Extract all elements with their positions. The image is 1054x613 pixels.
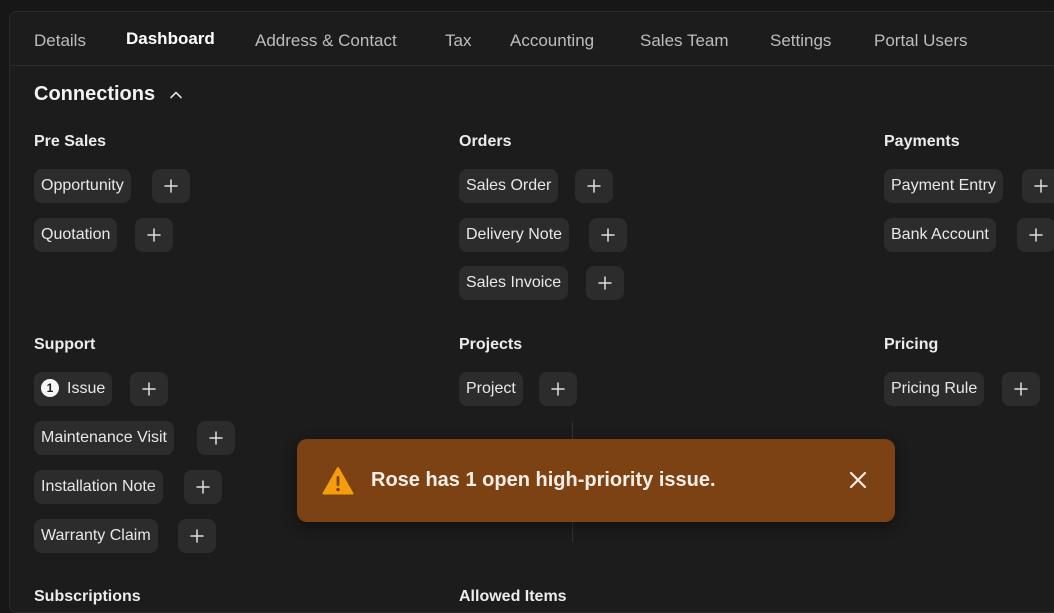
- link-installation-note[interactable]: Installation Note: [34, 470, 163, 504]
- add-opportunity-button[interactable]: [152, 169, 190, 203]
- link-issue[interactable]: 1 Issue: [34, 372, 113, 406]
- toast-message: Rose has 1 open high-priority issue.: [371, 469, 716, 491]
- link-warranty-claim[interactable]: Warranty Claim: [34, 519, 158, 553]
- add-payment-entry-button[interactable]: [1022, 169, 1054, 203]
- tab-sales-team[interactable]: Sales Team: [640, 31, 729, 51]
- group-title-projects: Projects: [459, 336, 523, 353]
- link-issue-label: Issue: [67, 380, 106, 397]
- add-sales-invoice-button[interactable]: [586, 266, 624, 300]
- plus-icon: [601, 228, 615, 242]
- link-sales-invoice[interactable]: Sales Invoice: [459, 266, 569, 300]
- plus-icon: [587, 179, 601, 193]
- warning-icon: [322, 467, 354, 495]
- tab-portal-users[interactable]: Portal Users: [874, 31, 968, 51]
- add-pricing-rule-button[interactable]: [1002, 372, 1040, 406]
- plus-icon: [209, 431, 223, 445]
- plus-icon: [196, 480, 210, 494]
- plus-icon: [147, 228, 161, 242]
- tab-address-contact[interactable]: Address & Contact: [255, 31, 397, 51]
- plus-icon: [1014, 382, 1028, 396]
- add-installation-note-button[interactable]: [184, 470, 222, 504]
- tab-accounting[interactable]: Accounting: [510, 31, 594, 51]
- chevron-up-icon: [170, 91, 182, 98]
- group-title-pre-sales: Pre Sales: [34, 133, 107, 150]
- group-title-allowed-items: Allowed Items: [459, 588, 567, 605]
- group-title-payments: Payments: [884, 133, 960, 150]
- group-title-support: Support: [34, 336, 96, 353]
- group-title-pricing: Pricing: [884, 336, 939, 353]
- tab-details[interactable]: Details: [34, 31, 86, 51]
- link-project[interactable]: Project: [459, 372, 523, 406]
- plus-icon: [598, 276, 612, 290]
- add-sales-order-button[interactable]: [575, 169, 613, 203]
- link-sales-order[interactable]: Sales Order: [459, 169, 559, 203]
- connections-header[interactable]: Connections: [34, 83, 183, 106]
- plus-icon: [1029, 228, 1043, 242]
- link-payment-entry[interactable]: Payment Entry: [884, 169, 1003, 203]
- link-delivery-note[interactable]: Delivery Note: [459, 218, 570, 252]
- group-title-orders: Orders: [459, 133, 512, 150]
- add-bank-account-button[interactable]: [1017, 218, 1054, 252]
- link-bank-account[interactable]: Bank Account: [884, 218, 996, 252]
- issue-count-badge: 1: [41, 378, 59, 397]
- add-delivery-note-button[interactable]: [589, 218, 627, 252]
- link-quotation[interactable]: Quotation: [34, 218, 118, 252]
- plus-icon: [190, 529, 204, 543]
- link-maintenance-visit[interactable]: Maintenance Visit: [34, 421, 174, 455]
- plus-icon: [551, 382, 565, 396]
- tab-settings[interactable]: Settings: [770, 31, 831, 51]
- customer-form-panel: Details Dashboard Address & Contact Tax …: [9, 11, 1054, 613]
- add-project-button[interactable]: [539, 372, 577, 406]
- add-quotation-button[interactable]: [135, 218, 173, 252]
- add-issue-button[interactable]: [130, 372, 168, 406]
- tab-dashboard[interactable]: Dashboard: [126, 29, 215, 49]
- group-title-subscriptions: Subscriptions: [34, 588, 141, 605]
- close-icon[interactable]: [848, 470, 868, 490]
- connections-title: Connections: [34, 83, 156, 105]
- plus-icon: [164, 179, 178, 193]
- link-pricing-rule[interactable]: Pricing Rule: [884, 372, 985, 406]
- add-maintenance-visit-button[interactable]: [197, 421, 235, 455]
- tab-tax[interactable]: Tax: [445, 31, 471, 51]
- link-opportunity[interactable]: Opportunity: [34, 169, 131, 203]
- plus-icon: [1034, 179, 1048, 193]
- plus-icon: [142, 382, 156, 396]
- tab-bar: Details Dashboard Address & Contact Tax …: [10, 12, 1054, 66]
- add-warranty-claim-button[interactable]: [178, 519, 216, 553]
- alert-toast: Rose has 1 open high-priority issue.: [297, 439, 895, 522]
